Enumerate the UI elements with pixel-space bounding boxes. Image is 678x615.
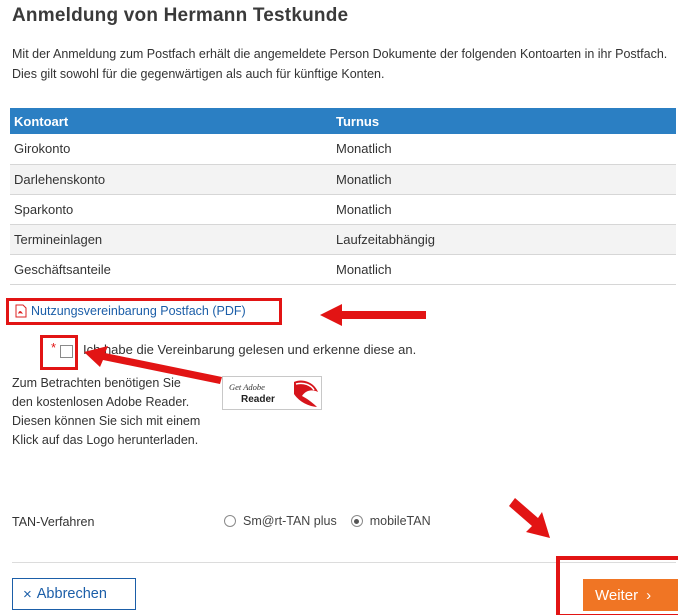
annotation-arrow-pdf [320,304,426,326]
cell-turnus: Laufzeitabhängig [332,224,676,255]
tan-radio-group: Sm@rt-TAN plus mobileTAN [224,514,445,528]
radio-smart-tan-label: Sm@rt-TAN plus [243,514,337,528]
adobe-hint-text: Zum Betrachten benötigen Sie den kostenl… [12,376,201,447]
cell-kontoart: Girokonto [10,134,332,165]
chevron-right-icon: › [646,586,652,604]
pdf-icon [14,304,27,318]
close-icon: × [23,585,32,603]
radio-mobile-tan-label: mobileTAN [369,514,431,528]
cancel-button[interactable]: × Abbrechen [12,578,136,610]
table-row: Girokonto Monatlich [10,134,676,165]
tan-label: TAN-Verfahren [12,515,95,529]
annotation-arrow-next [509,498,550,538]
cell-kontoart: Sparkonto [10,194,332,225]
table-row: Darlehenskonto Monatlich [10,164,676,195]
account-types-table: Kontoart Turnus Girokonto Monatlich Darl… [10,108,676,285]
header-kontoart: Kontoart [10,108,332,134]
cell-turnus: Monatlich [332,134,676,165]
required-marker: * [51,340,57,355]
radio-mobile-tan[interactable] [350,515,363,527]
pdf-link-label: Nutzungsvereinbarung Postfach (PDF) [31,304,246,318]
adobe-logo-line1: Get Adobe [229,382,265,392]
pdf-link[interactable]: Nutzungsvereinbarung Postfach (PDF) [14,304,246,318]
intro-text: Mit der Anmeldung zum Postfach erhält di… [12,47,668,81]
table-header-row: Kontoart Turnus [10,108,676,134]
table-row: Geschäftsanteile Monatlich [10,254,676,285]
radio-smart-tan[interactable] [224,515,236,527]
cell-kontoart: Darlehenskonto [10,164,332,195]
cell-kontoart: Geschäftsanteile [10,254,332,285]
adobe-logo-line2: Reader [241,394,275,405]
table-row: Sparkonto Monatlich [10,194,676,225]
cell-turnus: Monatlich [332,194,676,225]
header-turnus: Turnus [332,108,676,134]
next-button[interactable]: Weiter › [583,579,678,611]
cancel-button-label: Abbrechen [36,586,107,602]
table-row: Termineinlagen Laufzeitabhängig [10,224,676,255]
agreement-checkbox[interactable] [60,345,73,358]
cell-turnus: Monatlich [332,164,676,195]
adobe-reader-logo[interactable]: Get Adobe Reader [222,376,322,410]
cell-kontoart: Termineinlagen [10,224,332,255]
next-button-label: Weiter [595,586,639,604]
page-title: Anmeldung von Hermann Testkunde [12,5,349,26]
cell-turnus: Monatlich [332,254,676,285]
